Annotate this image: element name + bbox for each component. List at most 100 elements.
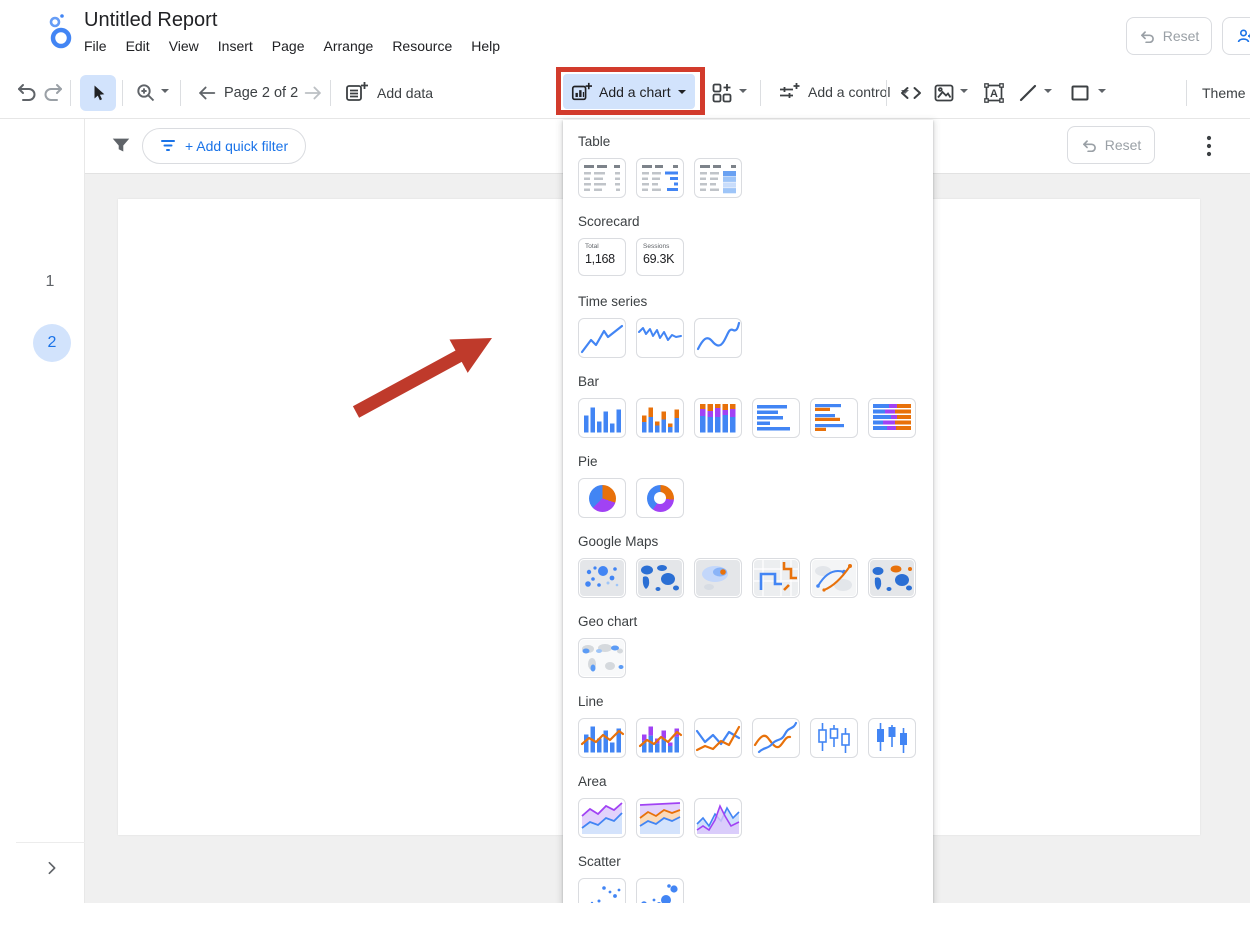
section-label: Scorecard [578, 214, 918, 230]
100-stacked-bar-option[interactable] [868, 398, 916, 438]
sidebar-page-2-selected[interactable]: 2 [33, 324, 71, 362]
sidebar-page-1[interactable]: 1 [30, 273, 70, 291]
stacked-area-option[interactable] [578, 798, 626, 838]
toolbar-divider [122, 80, 123, 106]
community-visualizations-icon[interactable] [710, 81, 734, 105]
chart-section-scatter: Scatter [578, 854, 918, 903]
add-chart-dropdown-menu: Table Scorecard Total 1,168 Sessions 69.… [563, 120, 933, 903]
toolbar-divider [180, 80, 181, 106]
menu-edit[interactable]: Edit [126, 38, 150, 54]
select-tool-button[interactable] [80, 75, 116, 111]
prev-page-icon[interactable] [196, 82, 218, 104]
100-stacked-column-option[interactable] [694, 398, 742, 438]
table-chart-option[interactable] [578, 158, 626, 198]
shape-caret-icon[interactable] [1098, 89, 1106, 93]
sidebar-expand-chevron-icon[interactable] [44, 860, 60, 876]
menu-resource[interactable]: Resource [392, 38, 452, 54]
flight-map-icon [811, 559, 857, 597]
scorecard-metric-title: Total [585, 243, 625, 250]
shape-tool-icon[interactable] [1068, 81, 1092, 105]
scatter-chart-option[interactable] [578, 878, 626, 903]
app-header: Untitled Report File Edit View Insert Pa… [0, 0, 1250, 68]
bubble-chart-option[interactable] [636, 878, 684, 903]
filter-funnel-icon [110, 135, 132, 157]
header-reset-button[interactable]: Reset [1126, 17, 1212, 55]
menu-arrange[interactable]: Arrange [324, 38, 374, 54]
stacked-area-3-series-option[interactable] [636, 798, 684, 838]
stacked-bar-option[interactable] [810, 398, 858, 438]
combo-column-line-icon [579, 719, 625, 757]
bar-chart-option[interactable] [752, 398, 800, 438]
pie-chart-option[interactable] [578, 478, 626, 518]
add-control-button[interactable]: Add a control [776, 80, 909, 104]
menu-insert[interactable]: Insert [218, 38, 253, 54]
add-chart-button[interactable]: Add a chart [563, 74, 695, 109]
donut-chart-option[interactable] [636, 478, 684, 518]
redo-icon[interactable] [42, 81, 66, 105]
image-icon[interactable] [932, 81, 956, 105]
bubble-map-option[interactable] [578, 558, 626, 598]
section-label: Time series [578, 294, 918, 310]
flight-map-option[interactable] [810, 558, 858, 598]
menu-file[interactable]: File [84, 38, 107, 54]
add-data-button[interactable]: Add data [344, 80, 433, 105]
zoom-caret-icon[interactable] [161, 89, 169, 93]
route-map-option[interactable] [752, 558, 800, 598]
image-caret-icon[interactable] [960, 89, 968, 93]
line-chart-option[interactable] [694, 718, 742, 758]
heat-map-option[interactable] [694, 558, 742, 598]
pages-sidebar: 1 2 [0, 118, 85, 903]
text-box-icon[interactable]: A [982, 81, 1006, 105]
scorecard-option[interactable]: Total 1,168 [578, 238, 626, 276]
filled-map-option[interactable] [636, 558, 684, 598]
menu-view[interactable]: View [169, 38, 199, 54]
report-title[interactable]: Untitled Report [84, 9, 217, 32]
100-stacked-bar-icon [869, 399, 915, 437]
line-caret-icon[interactable] [1044, 89, 1052, 93]
sparkline-option[interactable] [636, 318, 684, 358]
stacked-bar-icon [811, 399, 857, 437]
time-series-option[interactable] [578, 318, 626, 358]
add-quick-filter-button[interactable]: + Add quick filter [142, 128, 306, 164]
zoom-tool-icon[interactable] [134, 81, 158, 105]
scorecard-compact-option[interactable]: Sessions 69.3K [636, 238, 684, 276]
menu-help[interactable]: Help [471, 38, 500, 54]
menu-page[interactable]: Page [272, 38, 305, 54]
theme-layout-button[interactable]: Theme and layout [1202, 85, 1250, 101]
filter-reset-label: Reset [1105, 137, 1142, 153]
combo-stacked-line-icon [637, 719, 683, 757]
undo-icon[interactable] [14, 81, 38, 105]
candlestick-filled-icon [869, 719, 915, 757]
chart-section-table: Table [578, 134, 918, 198]
embed-code-icon[interactable] [898, 81, 924, 105]
stacked-column-option[interactable] [636, 398, 684, 438]
filter-reset-button[interactable]: Reset [1067, 126, 1155, 164]
area-chart-icon [695, 799, 741, 837]
combo-stacked-line-option[interactable] [636, 718, 684, 758]
chart-section-google-maps: Google Maps [578, 534, 918, 598]
share-button[interactable] [1222, 17, 1250, 55]
candlestick-outline-option[interactable] [810, 718, 858, 758]
combo-column-line-option[interactable] [578, 718, 626, 758]
candlestick-filled-option[interactable] [868, 718, 916, 758]
next-page-icon[interactable] [302, 82, 324, 104]
toolbar-divider [1186, 80, 1187, 106]
geo-chart-option[interactable] [578, 638, 626, 678]
chart-section-time-series: Time series [578, 294, 918, 358]
styled-map-option[interactable] [868, 558, 916, 598]
100-stacked-column-icon [695, 399, 741, 437]
smoothed-line-option[interactable] [752, 718, 800, 758]
looker-studio-logo-icon[interactable] [46, 11, 74, 51]
quick-filter-icon [160, 140, 176, 152]
smoothed-time-series-option[interactable] [694, 318, 742, 358]
line-tool-icon[interactable] [1016, 81, 1040, 105]
area-chart-option[interactable] [694, 798, 742, 838]
table-with-bars-option[interactable] [636, 158, 684, 198]
add-control-label: Add a control [808, 84, 891, 100]
more-options-icon[interactable] [1197, 133, 1221, 159]
table-with-heatmap-option[interactable] [694, 158, 742, 198]
undo-arrow-icon [1139, 29, 1156, 43]
column-chart-option[interactable] [578, 398, 626, 438]
candlestick-outline-icon [811, 719, 857, 757]
community-viz-caret-icon[interactable] [739, 89, 747, 93]
